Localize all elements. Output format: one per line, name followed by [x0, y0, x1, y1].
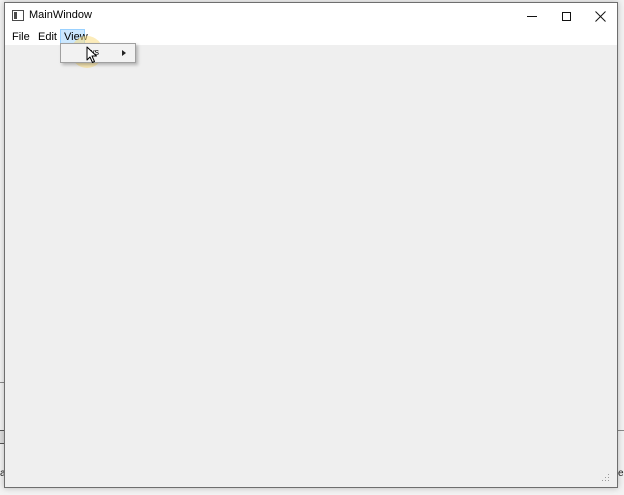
menu-file[interactable]: File	[9, 29, 33, 45]
submenu-arrow-icon	[122, 50, 126, 56]
view-menu-item-views[interactable]: ws	[62, 45, 134, 61]
title-bar[interactable]: MainWindow	[5, 3, 617, 29]
menu-edit[interactable]: Edit	[35, 29, 60, 45]
close-icon	[594, 10, 606, 22]
central-widget	[5, 45, 617, 487]
view-menu-dropdown: ws	[60, 43, 136, 63]
minimize-button[interactable]	[515, 3, 549, 29]
desktop-divider	[618, 430, 624, 431]
close-button[interactable]	[583, 3, 617, 29]
app-window-icon	[12, 10, 24, 21]
maximize-icon	[561, 11, 571, 21]
mouse-pointer-icon	[86, 46, 97, 63]
resize-grip-icon[interactable]	[600, 472, 610, 482]
desktop-partial-text: e	[618, 468, 624, 479]
maximize-button[interactable]	[549, 3, 583, 29]
minimize-icon	[527, 15, 537, 17]
main-window: MainWindow File Edit View	[4, 2, 618, 488]
window-title: MainWindow	[29, 9, 92, 21]
